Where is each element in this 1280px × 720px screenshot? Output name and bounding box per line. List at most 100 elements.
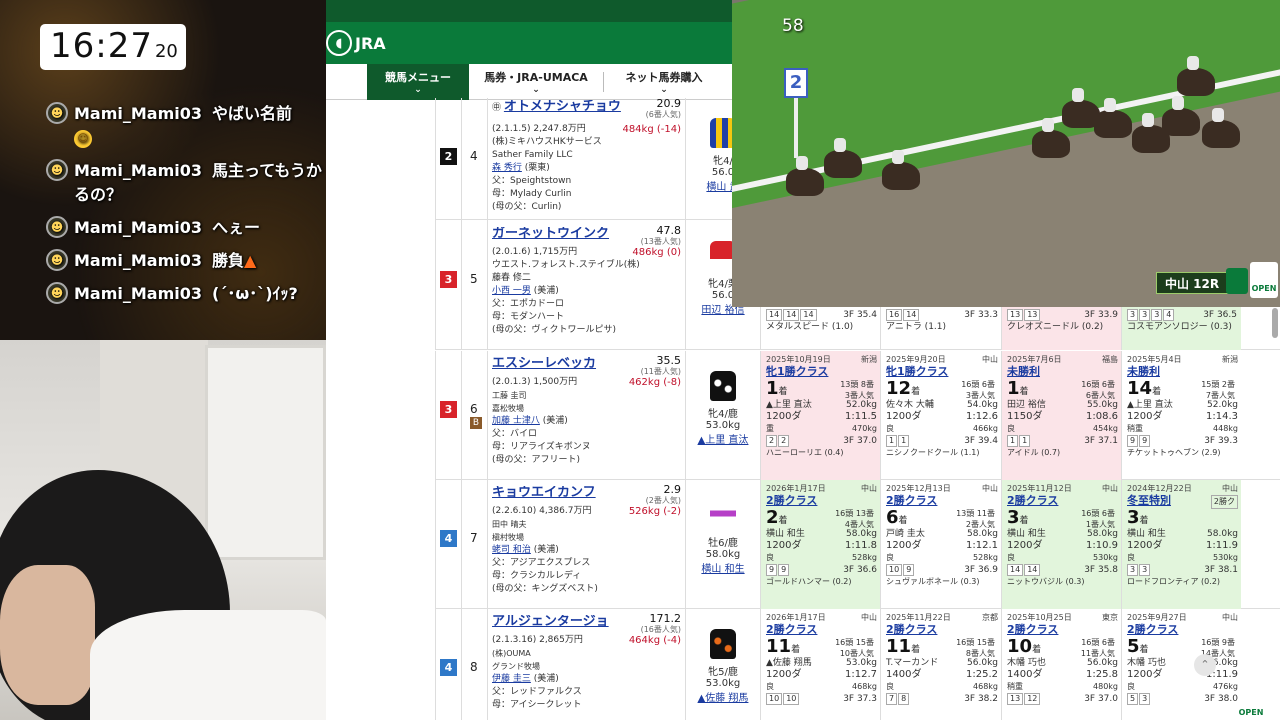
past-race-cell: 13 13 3F 33.9 クレオズニードル (0.2): [1001, 306, 1121, 350]
jockey-silks-icon: [710, 500, 736, 530]
horse-weight: 484kg (-14): [622, 124, 681, 135]
horse-name-link[interactable]: エスシーレベッカ: [492, 357, 596, 371]
jockey-cell: 牝5/鹿 53.0kg ▲佐藤 翔馬: [685, 609, 760, 720]
scrollbar[interactable]: [1272, 308, 1278, 338]
racehorse: [882, 150, 920, 190]
trainer-link[interactable]: 伊藤 圭三: [492, 674, 531, 684]
horse-name-link[interactable]: ガーネットウインク: [492, 227, 609, 241]
race-class-link[interactable]: 2勝クラス: [886, 494, 937, 507]
horse-number: 5: [470, 272, 478, 286]
race-video[interactable]: 58 2 中山 12R OPEN: [732, 0, 1280, 307]
horse-name-link[interactable]: アルジェンタージョ: [492, 615, 609, 629]
chat-message: ☻ Mami_Mami03 馬主ってもうかるの？: [46, 159, 326, 207]
jockey-cell: 牝4/鹿 53.0kg ▲上里 直汰: [685, 351, 760, 480]
avatar: ☻: [46, 159, 68, 181]
nav-net-baken[interactable]: ネット馬券購入 ⌄: [606, 64, 722, 100]
finish-rank: 3: [1007, 507, 1020, 528]
horse-name-link[interactable]: キョウエイカンフ: [492, 486, 596, 500]
race-class-link[interactable]: 2勝クラス: [1127, 623, 1178, 636]
horse-mark-icon: ㊥: [492, 103, 502, 113]
waku-badge: 3: [440, 401, 457, 418]
racehorse: [1202, 108, 1240, 148]
horse-info: ガーネットウインク 47.8 (13番人気) (2.0.1.6) 1,715万円 4…: [487, 221, 685, 350]
past-race-cell: 14 14 14 3F 35.4 メタルスピード (1.0): [760, 306, 880, 350]
racehorse: [824, 138, 862, 178]
race-class-link[interactable]: 2勝クラス: [1007, 623, 1058, 636]
finish-rank: 3: [1127, 507, 1140, 528]
chat-user: Mami_Mami03: [74, 161, 203, 180]
waku-badge: 2: [440, 148, 457, 165]
trainer-link[interactable]: 加藤 士津八: [492, 416, 540, 426]
past-race-cell[interactable]: 2025年10月25日 東京 2勝クラス 10着 16頭 6番 11番人気 木幡 巧…: [1001, 609, 1121, 720]
racehorse: [1094, 98, 1132, 138]
jockey-link[interactable]: 横山 和生: [686, 560, 760, 575]
nav-keiba-menu[interactable]: 競馬メニュー ⌄: [367, 64, 469, 100]
horse-number: 4: [470, 149, 478, 163]
avatar: ☻: [46, 216, 68, 238]
past-race-cell[interactable]: 2025年5月4日 新潟 未勝利 14着 15頭 2番 7番人気 ▲上里 直汰 52.…: [1121, 351, 1241, 480]
chat-user: Mami_Mami03: [74, 251, 203, 270]
race-class-link[interactable]: 冬至特別: [1127, 494, 1171, 507]
waku-badge: 4: [440, 659, 457, 676]
stream-overlay: 16:27 20 ☻ Mami_Mami03 やばい名前 ☺ ☻ Mami_Mami…: [0, 0, 326, 340]
jockey-link[interactable]: ▲佐藤 翔馬: [686, 689, 760, 704]
past-race-cell: 16 14 3F 33.3 アニトラ (1.1): [880, 306, 1001, 350]
nav-baken-umaca[interactable]: 馬券・JRA-UMACA ⌄: [469, 64, 603, 100]
past-race-cell[interactable]: 2024年12月22日 中山 冬至特別 2勝ク 3着 横山 和生 58.0kg 120…: [1121, 480, 1241, 609]
past-race-cell[interactable]: 2025年7月6日 福島 未勝利 1着 16頭 6番 6番人気 田辺 裕信 55.0k…: [1001, 351, 1121, 480]
jockey-silks-icon: [710, 629, 736, 659]
nav-divider: [603, 72, 604, 92]
horse-odds: 20.9 (6番人気): [645, 97, 681, 119]
avatar: ☻: [46, 249, 68, 271]
past-race-cell[interactable]: 2025年9月27日 中山 2勝クラス 5着 16頭 9番 14番人気 木幡 巧也 5…: [1121, 609, 1241, 720]
past-race-cell[interactable]: 2025年11月12日 中山 2勝クラス 3着 16頭 6番 1番人気 横山 和生 5…: [1001, 480, 1121, 609]
past-race-cell[interactable]: 2025年10月19日 新潟 牝1勝クラス 1着 13頭 8番 3番人気 ▲上里 直…: [760, 351, 880, 480]
past-race-cell[interactable]: 2026年1月17日 中山 2勝クラス 2着 16頭 13番 4番人気 横山 和生 5…: [760, 480, 880, 609]
chat-message: ☻ Mami_Mami03 やばい名前 ☺: [46, 102, 326, 150]
racehorse: [786, 156, 824, 196]
race-tag: 中山 12R: [1156, 272, 1229, 294]
past-race-cell[interactable]: 2025年12月13日 中山 2勝クラス 6着 13頭 11番 2番人気 戸崎 圭太…: [880, 480, 1001, 609]
chat-text: へぇー: [212, 218, 261, 237]
past-race-cell[interactable]: 2026年1月17日 中山 2勝クラス 11着 16頭 15番 10番人気 ▲佐藤 …: [760, 609, 880, 720]
jockey-cell: 牡6/鹿 58.0kg 横山 和生: [685, 480, 760, 609]
video-counter: 58: [782, 16, 804, 36]
race-class-link[interactable]: 牝1勝クラス: [886, 365, 948, 378]
race-class-link[interactable]: 2勝クラス: [1007, 494, 1058, 507]
finish-rank: 1: [1007, 378, 1020, 399]
finish-rank: 11: [886, 636, 912, 657]
horse-name-link[interactable]: オトメナシャチョウ: [504, 100, 621, 114]
race-class-link[interactable]: 2勝クラス: [886, 623, 937, 636]
race-class-link[interactable]: 2勝クラス: [766, 623, 817, 636]
past-race-cell[interactable]: 2025年9月20日 中山 牝1勝クラス 12着 16頭 6番 3番人気 佐々木 大…: [880, 351, 1001, 480]
race-class-link[interactable]: 未勝利: [1127, 365, 1160, 378]
trainer-link[interactable]: 森 秀行: [492, 163, 522, 173]
horse-odds: 171.2 (16番人気): [640, 612, 681, 634]
table-row: 3 6B エスシーレベッカ 35.5 (11番人気) (2.0.1.3) 1,50…: [435, 351, 1280, 480]
race-class-link[interactable]: 牝1勝クラス: [766, 365, 828, 378]
chat-user: Mami_Mami03: [74, 284, 203, 303]
trainer-link[interactable]: 小西 一男: [492, 286, 531, 296]
chat-text: 勝負: [212, 251, 245, 270]
jra-logo-icon: ◖: [326, 30, 352, 56]
jockey-link[interactable]: ▲上里 直汰: [686, 431, 760, 446]
furlong-pole: [794, 98, 798, 158]
finish-rank: 10: [1007, 636, 1033, 657]
channel-logo-icon: [1226, 268, 1248, 294]
race-class-link[interactable]: 2勝クラス: [766, 494, 817, 507]
chat-message: ☻ Mami_Mami03 (´･ω･`)ｲｯ?: [46, 282, 326, 306]
blinker-badge: B: [470, 417, 482, 429]
open-badge-corner: OPEN: [1238, 688, 1264, 720]
finish-rank: 6: [886, 507, 899, 528]
chevron-down-icon: ⌄: [532, 85, 540, 95]
jra-logo[interactable]: ◖ JRA: [326, 30, 386, 56]
chat-message: ☻ Mami_Mami03 へぇー: [46, 216, 326, 240]
horse-info: ㊥ オトメナシャチョウ 20.9 (6番人気) (2.1.1.5) 2,247.8…: [487, 98, 685, 227]
horse-number: 8: [470, 660, 478, 674]
racehorse: [1177, 56, 1215, 96]
trainer-link[interactable]: 蛯司 和治: [492, 545, 531, 555]
past-race-cell[interactable]: 2025年11月22日 京都 2勝クラス 11着 16頭 15番 8番人気 T.マー…: [880, 609, 1001, 720]
race-class-link[interactable]: 未勝利: [1007, 365, 1040, 378]
horse-odds: 2.9 (2番人気): [645, 483, 681, 505]
scroll-top-button[interactable]: ⌃: [1194, 654, 1216, 676]
